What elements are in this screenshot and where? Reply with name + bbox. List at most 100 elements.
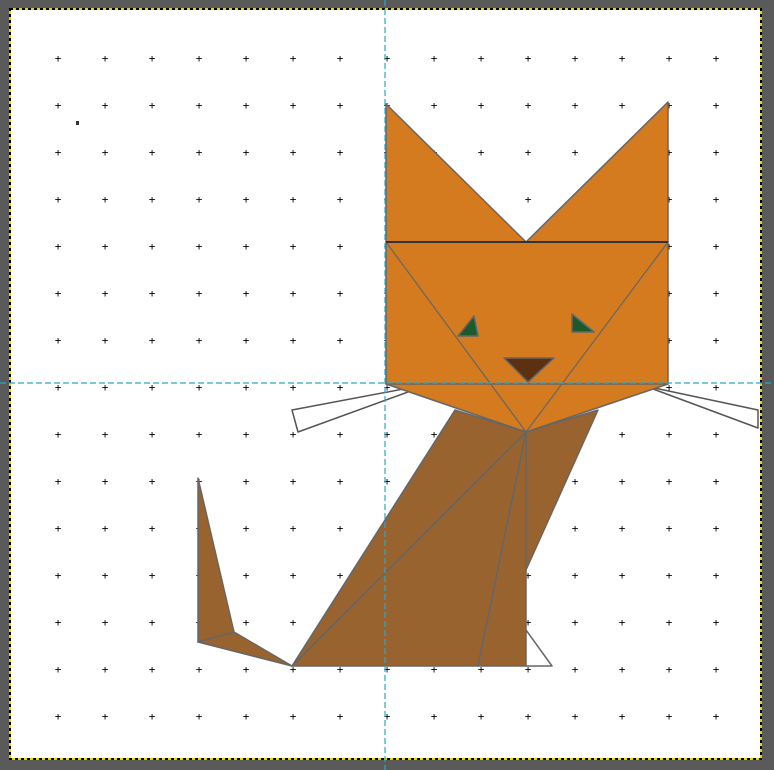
- grid-marker: +: [337, 334, 344, 347]
- grid-marker: +: [243, 334, 250, 347]
- grid-marker: +: [149, 193, 156, 206]
- grid-marker: +: [102, 287, 109, 300]
- grid-marker: +: [666, 522, 673, 535]
- grid-marker: +: [102, 569, 109, 582]
- grid-marker: +: [337, 569, 344, 582]
- grid-marker: +: [102, 52, 109, 65]
- grid-marker: +: [102, 146, 109, 159]
- grid-marker: +: [149, 240, 156, 253]
- grid-marker: +: [337, 710, 344, 723]
- grid-marker: +: [149, 663, 156, 676]
- grid-marker: +: [431, 52, 438, 65]
- grid-marker: +: [713, 522, 720, 535]
- grid-marker: +: [149, 522, 156, 535]
- grid-marker: +: [243, 287, 250, 300]
- grid-marker: +: [666, 428, 673, 441]
- grid-marker: +: [55, 146, 62, 159]
- grid-marker: +: [666, 710, 673, 723]
- grid-marker: +: [713, 334, 720, 347]
- grid-marker: +: [55, 616, 62, 629]
- grid-marker: +: [572, 616, 579, 629]
- grid-marker: +: [290, 146, 297, 159]
- grid-marker: +: [243, 193, 250, 206]
- grid-marker: +: [55, 99, 62, 112]
- grid-marker: +: [619, 616, 626, 629]
- grid-marker: +: [149, 52, 156, 65]
- grid-marker: +: [290, 52, 297, 65]
- grid-marker: +: [290, 616, 297, 629]
- grid-marker: +: [196, 663, 203, 676]
- grid-marker: +: [290, 240, 297, 253]
- grid-marker: +: [102, 99, 109, 112]
- grid-marker: +: [478, 99, 485, 112]
- grid-marker: +: [55, 193, 62, 206]
- grid-marker: +: [525, 52, 532, 65]
- grid-marker: +: [243, 99, 250, 112]
- grid-marker: +: [713, 146, 720, 159]
- grid-marker: +: [337, 522, 344, 535]
- grid-marker: +: [525, 193, 532, 206]
- grid-marker: +: [196, 710, 203, 723]
- grid-marker: +: [478, 52, 485, 65]
- grid-marker: +: [55, 663, 62, 676]
- grid-marker: +: [619, 99, 626, 112]
- grid-marker: +: [619, 522, 626, 535]
- grid-marker: +: [55, 334, 62, 347]
- grid-marker: +: [102, 334, 109, 347]
- grid-marker: +: [196, 52, 203, 65]
- grid-marker: +: [55, 287, 62, 300]
- grid-marker: +: [149, 475, 156, 488]
- grid-marker: +: [337, 240, 344, 253]
- grid-marker: +: [243, 146, 250, 159]
- grid-marker: +: [572, 710, 579, 723]
- grid-marker: +: [196, 240, 203, 253]
- grid-marker: +: [102, 522, 109, 535]
- grid-marker: +: [337, 475, 344, 488]
- stray-mark: [76, 121, 79, 125]
- grid-marker: +: [431, 99, 438, 112]
- grid-marker: +: [572, 52, 579, 65]
- grid-marker: +: [290, 522, 297, 535]
- grid-marker: +: [243, 616, 250, 629]
- grid-marker: +: [572, 475, 579, 488]
- grid-marker: +: [149, 99, 156, 112]
- grid-marker: +: [290, 428, 297, 441]
- grid-marker: +: [478, 146, 485, 159]
- grid-marker: +: [290, 569, 297, 582]
- grid-marker: +: [55, 240, 62, 253]
- grid-marker: +: [149, 334, 156, 347]
- grid-marker: +: [666, 616, 673, 629]
- grid-marker: +: [243, 522, 250, 535]
- grid-marker: +: [196, 428, 203, 441]
- grid-marker: +: [713, 663, 720, 676]
- grid-marker: +: [478, 710, 485, 723]
- grid-marker: +: [290, 193, 297, 206]
- grid-marker: +: [196, 334, 203, 347]
- grid-marker: +: [713, 287, 720, 300]
- grid-marker: +: [243, 475, 250, 488]
- drawing-canvas[interactable]: + + + + + + + + + + + + + + + + + + + + + + + + + + + + + + + + + + + + + + + +…: [0, 0, 774, 770]
- grid-marker: +: [431, 710, 438, 723]
- grid-marker: +: [102, 616, 109, 629]
- grid-marker: +: [102, 428, 109, 441]
- grid-marker: +: [55, 522, 62, 535]
- grid-marker: +: [666, 663, 673, 676]
- grid-marker: +: [713, 616, 720, 629]
- grid-marker: +: [55, 428, 62, 441]
- grid-marker: +: [713, 99, 720, 112]
- grid-marker: +: [619, 663, 626, 676]
- grid-marker: +: [290, 287, 297, 300]
- grid-marker: +: [619, 569, 626, 582]
- grid-marker: +: [525, 710, 532, 723]
- grid-marker: +: [713, 428, 720, 441]
- grid-marker: +: [572, 569, 579, 582]
- grid-marker: +: [337, 193, 344, 206]
- grid-marker: +: [243, 710, 250, 723]
- canvas-window: + + + + + + + + + + + + + + + + + + + + + + + + + + + + + + + + + + + + + + + +…: [0, 0, 774, 770]
- grid-marker: +: [290, 475, 297, 488]
- grid-marker: +: [713, 569, 720, 582]
- grid-marker: +: [243, 240, 250, 253]
- grid-marker: +: [243, 569, 250, 582]
- grid-marker: +: [290, 334, 297, 347]
- grid-marker: +: [337, 52, 344, 65]
